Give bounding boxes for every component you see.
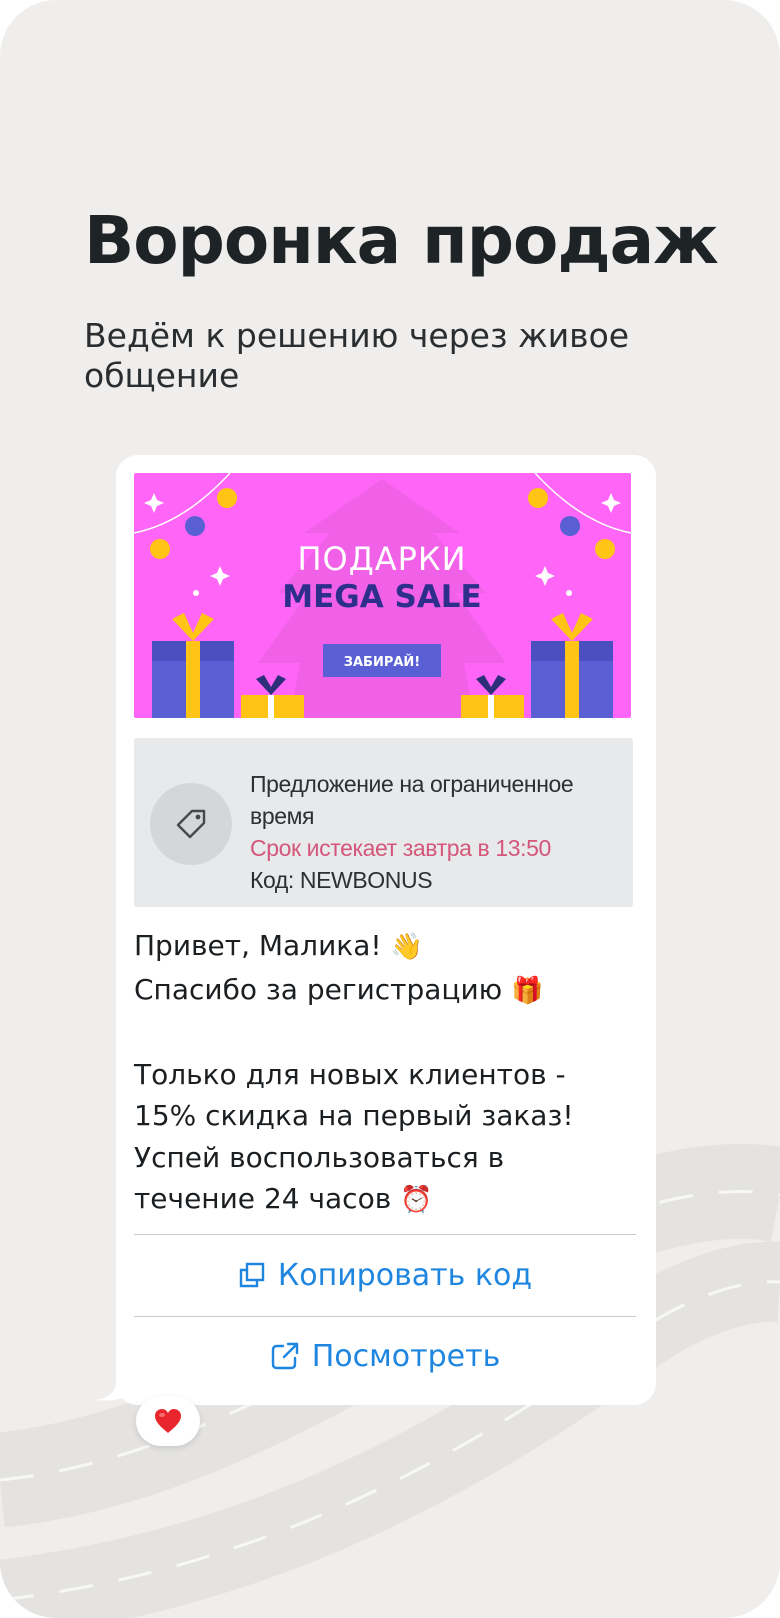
gift-emoji: 🎁: [511, 975, 544, 1006]
message-line: 15% скидка на первый заказ!: [134, 1099, 574, 1132]
reaction-badge[interactable]: [136, 1396, 200, 1446]
message-line: Только для новых клиентов -: [134, 1057, 566, 1091]
alarm-clock-emoji: ⏰: [400, 1185, 433, 1215]
divider: [134, 1234, 636, 1235]
message-line: Привет, Малика! 👋: [134, 929, 423, 962]
message-bubble: ПОДАРКИ MEGA SALE ЗАБИРАЙ! Предложение н…: [116, 455, 656, 1405]
banner-line1: ПОДАРКИ: [297, 540, 466, 578]
promo-title: Предложение на ограниченное время: [250, 771, 574, 829]
copy-icon: [239, 1262, 265, 1288]
copy-code-button[interactable]: Копировать код: [134, 1236, 636, 1314]
external-link-icon: [271, 1342, 298, 1370]
copy-code-label: Копировать код: [277, 1257, 533, 1293]
screen: Воронка продаж Ведём к решению через жив…: [0, 0, 780, 1618]
price-tag-icon: [150, 783, 232, 865]
message-line: течение 24 часов ⏰: [134, 1182, 433, 1215]
message-line: Успей воспользоваться в: [134, 1140, 505, 1174]
promo-code: Код: NEWBONUS: [250, 867, 433, 893]
view-label: Посмотреть: [311, 1338, 501, 1374]
page-subtitle: Ведём к решению через живое общение: [84, 316, 630, 395]
waving-hand-emoji: 👋: [390, 932, 423, 962]
promo-expiry: Срок истекает завтра в 13:50: [250, 835, 551, 861]
view-button[interactable]: Посмотреть: [134, 1317, 636, 1395]
heart-icon: [155, 1409, 181, 1433]
banner-cta[interactable]: ЗАБИРАЙ!: [344, 654, 420, 670]
page-title: Воронка продаж: [84, 202, 719, 279]
message-text: Привет, Малика! 👋 Спасибо за регистрацию…: [134, 925, 644, 1222]
promo-text: Предложение на ограниченное время Срок и…: [250, 768, 620, 896]
message-line: Спасибо за регистрацию 🎁: [134, 972, 544, 1006]
banner-line2: MEGA SALE: [282, 579, 482, 615]
promo-banner[interactable]: ПОДАРКИ MEGA SALE ЗАБИРАЙ!: [134, 473, 631, 718]
promo-card: Предложение на ограниченное время Срок и…: [134, 738, 633, 907]
